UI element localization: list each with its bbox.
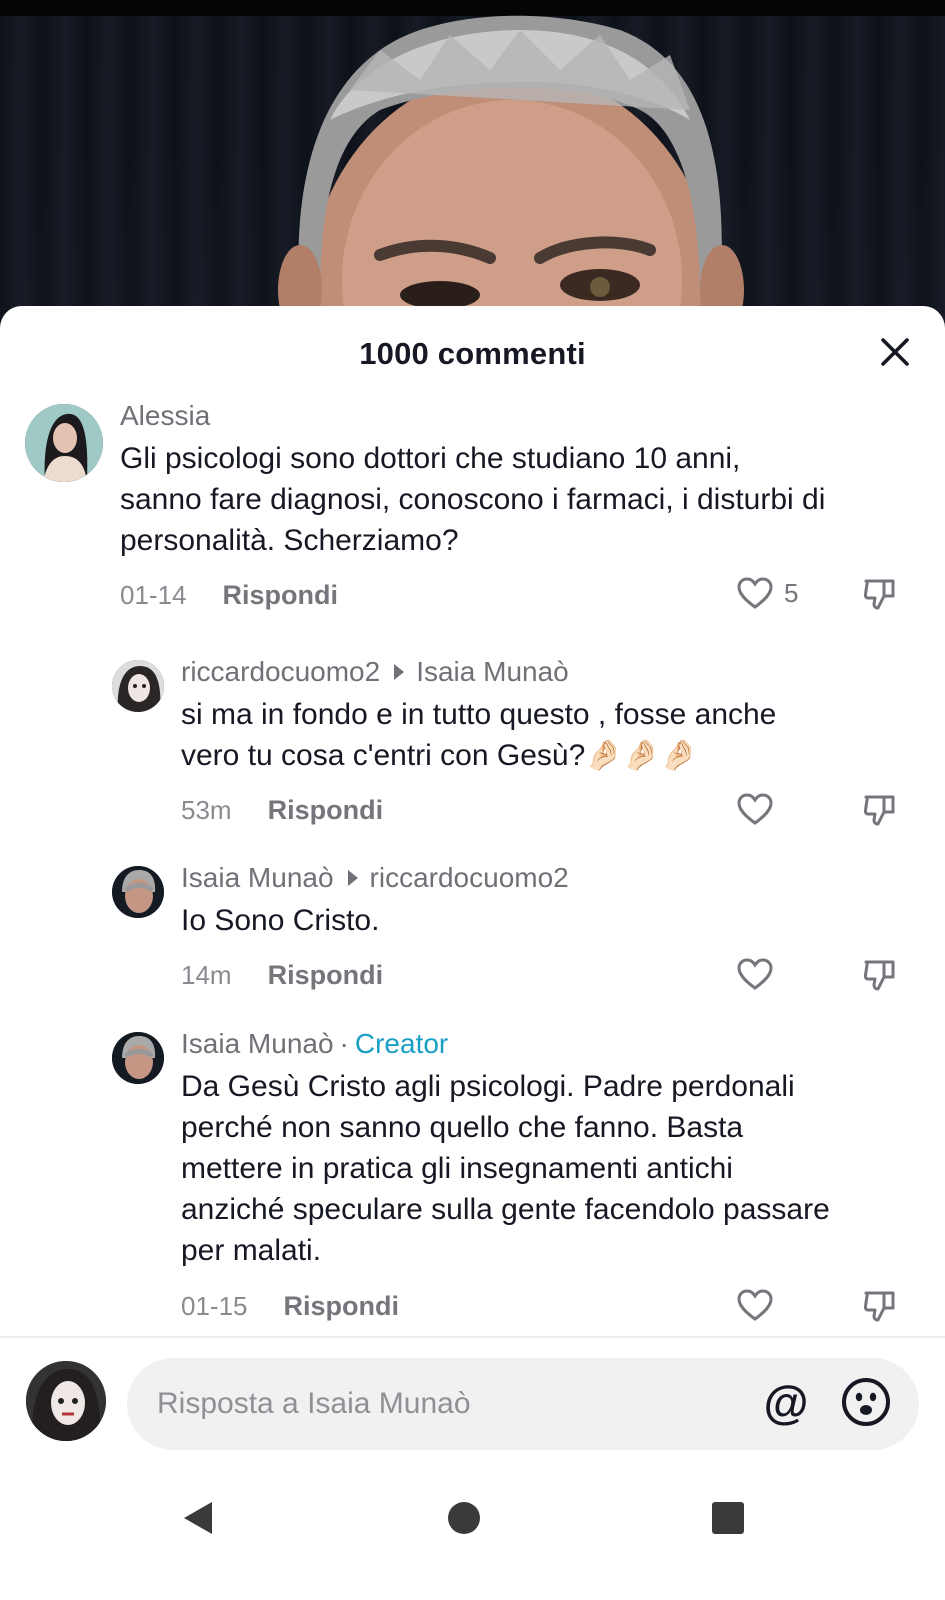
comment-meta: 14m Rispondi (181, 960, 383, 991)
comment-date: 53m (181, 795, 232, 825)
like-button[interactable] (736, 957, 774, 991)
back-triangle-icon[interactable] (180, 1498, 216, 1538)
comment-meta: 01-15 Rispondi (181, 1291, 399, 1322)
smiley-icon[interactable] (840, 1376, 892, 1428)
avatar[interactable] (25, 404, 103, 482)
thumbs-down-icon[interactable] (862, 792, 898, 828)
comment-text: si ma in fondo e in tutto questo , fosse… (181, 698, 777, 772)
like-count: 5 (784, 577, 799, 608)
creator-badge: Creator (354, 1028, 449, 1059)
heart-icon (737, 577, 773, 609)
recent-square-icon[interactable] (710, 1500, 746, 1536)
comment-author[interactable]: Alessia (120, 400, 210, 432)
system-navigation-bar (0, 1456, 945, 1600)
avatar[interactable] (112, 660, 164, 712)
comments-count-title: 1000 commenti (359, 336, 586, 371)
replied-to-user[interactable]: Isaia Munaò (416, 656, 569, 688)
comment-date: 01-15 (181, 1291, 248, 1321)
comment-author[interactable]: Isaia Munaò · Creator (181, 1028, 448, 1060)
comment-meta: 01-14 Rispondi (120, 580, 338, 611)
reply-arrow-icon (394, 664, 405, 680)
thumbs-down-icon[interactable] (862, 1288, 898, 1324)
reply-button[interactable]: Rispondi (223, 580, 339, 611)
comment-author[interactable]: riccardocuomo2 Isaia Munaò (181, 656, 569, 688)
close-icon[interactable] (875, 332, 915, 372)
reply-button[interactable]: Rispondi (268, 795, 384, 826)
like-button[interactable] (736, 1288, 774, 1322)
comment-author[interactable]: Isaia Munaò riccardocuomo2 (181, 862, 569, 894)
reply-button[interactable]: Rispondi (268, 960, 384, 991)
comment-meta: 53m Rispondi (181, 795, 383, 826)
home-circle-icon[interactable] (446, 1500, 482, 1536)
heart-icon (737, 1289, 773, 1321)
heart-icon (737, 793, 773, 825)
heart-icon (737, 958, 773, 990)
video-background[interactable] (0, 0, 945, 330)
comment-text: Gli psicologi sono dottori che studiano … (120, 442, 826, 557)
replied-to-user[interactable]: riccardocuomo2 (370, 862, 569, 894)
comment-date: 14m (181, 960, 232, 990)
comment-text: Io Sono Cristo. (181, 904, 380, 937)
comment-date: 01-14 (120, 580, 187, 610)
comments-sheet: 1000 commenti Alessia Gli psicologi sono… (0, 306, 945, 1600)
thumbs-down-icon[interactable] (862, 576, 898, 612)
thumbs-down-icon[interactable] (862, 957, 898, 993)
comment-text: Da Gesù Cristo agli psicologi. Padre per… (181, 1070, 830, 1267)
avatar[interactable] (112, 866, 164, 918)
video-frame-person (278, 15, 744, 330)
reply-button[interactable]: Rispondi (284, 1291, 400, 1322)
like-button[interactable] (736, 792, 774, 826)
like-button[interactable]: 5 (736, 576, 798, 610)
my-avatar (26, 1361, 106, 1441)
divider (0, 1336, 945, 1338)
avatar[interactable] (112, 1032, 164, 1084)
reply-arrow-icon (347, 870, 358, 886)
mention-button[interactable]: @ (758, 1374, 814, 1430)
